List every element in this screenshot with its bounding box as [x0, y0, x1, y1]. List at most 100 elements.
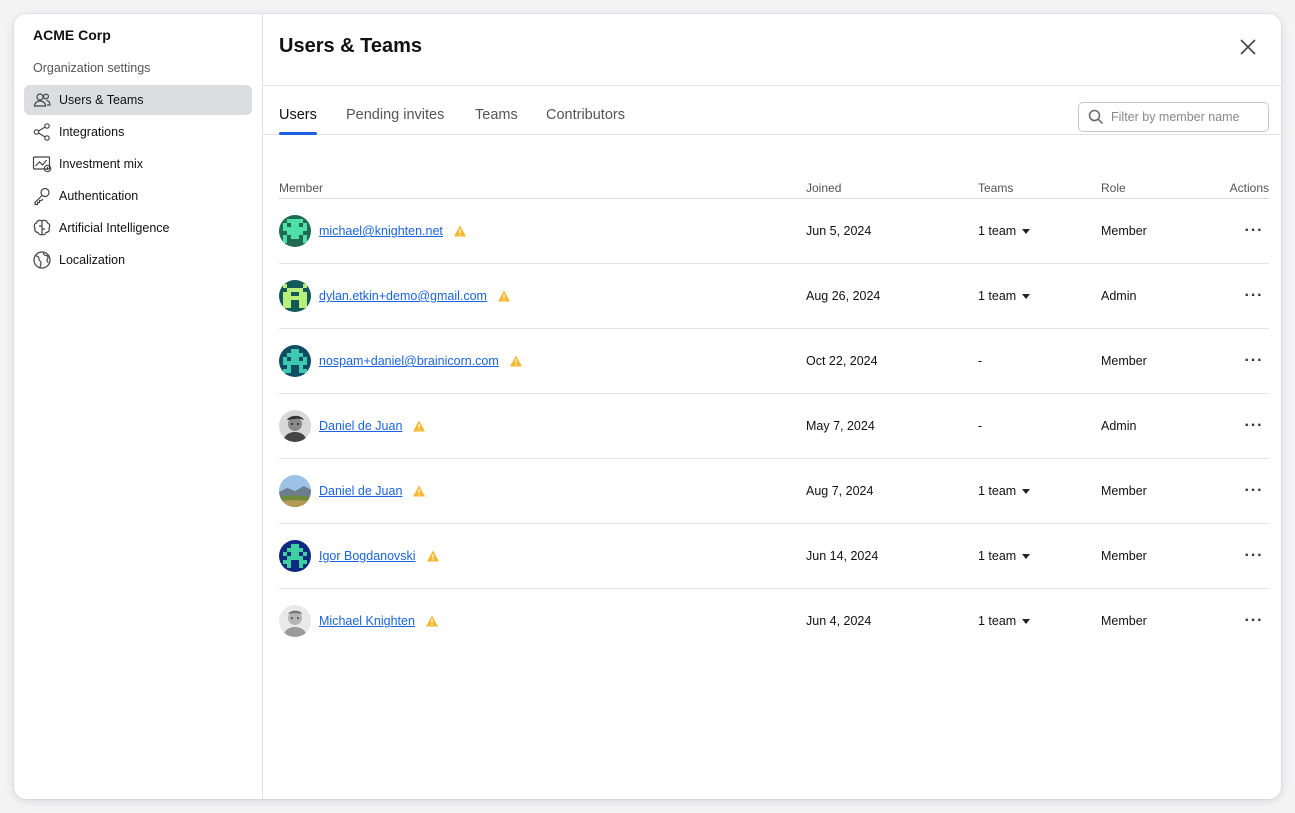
close-button[interactable]: [1237, 36, 1259, 58]
avatar: [279, 605, 311, 637]
role-cell: Member: [1101, 224, 1147, 238]
sidebar-item-label: Users & Teams: [59, 93, 144, 107]
warning-icon: [413, 420, 426, 432]
caret-down-icon: [1022, 228, 1031, 234]
table-row: Michael Knighten Jun 4, 2024 1 team Memb…: [279, 589, 1269, 654]
header-actions: Actions: [1229, 181, 1269, 195]
table-row: Daniel de Juan Aug 7, 2024 1 team Member…: [279, 459, 1269, 524]
sidebar-item-integrations[interactable]: Integrations: [24, 117, 252, 147]
teams-label: 1 team: [978, 484, 1017, 498]
more-actions-button[interactable]: ···: [1239, 524, 1269, 588]
teams-label: 1 team: [978, 289, 1017, 303]
table-row: nospam+daniel@brainicorn.com Oct 22, 202…: [279, 329, 1269, 394]
warning-icon: [497, 290, 510, 302]
more-actions-button[interactable]: ···: [1239, 589, 1269, 653]
more-actions-button[interactable]: ···: [1239, 394, 1269, 458]
sidebar-item-label: Artificial Intelligence: [59, 221, 170, 235]
teams-dropdown[interactable]: 1 team: [978, 264, 1031, 328]
sidebar-item-authentication[interactable]: Authentication: [24, 181, 252, 211]
avatar: [279, 475, 311, 507]
warning-icon: [425, 615, 438, 627]
sidebar: ACME Corp Organization settings Users & …: [14, 14, 263, 799]
avatar: [279, 280, 311, 312]
more-actions-button[interactable]: ···: [1239, 459, 1269, 523]
member-link[interactable]: Daniel de Juan: [319, 484, 402, 498]
warning-icon: [413, 485, 426, 497]
member-link[interactable]: michael@knighten.net: [319, 224, 443, 238]
more-actions-button[interactable]: ···: [1239, 264, 1269, 328]
tabs-bar: Users Pending invites Teams Contributors: [263, 86, 1281, 135]
member-link[interactable]: Michael Knighten: [319, 614, 415, 628]
member-cell: michael@knighten.net: [279, 199, 467, 263]
more-icon: ···: [1244, 417, 1264, 434]
role-cell: Member: [1101, 614, 1147, 628]
member-cell: Michael Knighten: [279, 589, 439, 653]
avatar: [279, 410, 311, 442]
warning-icon: [509, 355, 522, 367]
member-link[interactable]: Daniel de Juan: [319, 419, 402, 433]
tab-pending-invites[interactable]: Pending invites: [346, 107, 444, 135]
more-icon: ···: [1244, 287, 1264, 304]
member-link[interactable]: nospam+daniel@brainicorn.com: [319, 354, 499, 368]
avatar: [279, 345, 311, 377]
section-label: Organization settings: [33, 61, 151, 75]
avatar: [279, 215, 311, 247]
warning-icon: [453, 225, 466, 237]
member-cell: Daniel de Juan: [279, 459, 426, 523]
more-icon: ···: [1244, 352, 1264, 369]
table-header: Member Joined Teams Role Actions: [279, 173, 1269, 199]
globe-icon: [32, 250, 52, 270]
sidebar-item-label: Integrations: [59, 125, 125, 139]
settings-modal: ACME Corp Organization settings Users & …: [14, 14, 1281, 799]
header: Users & Teams: [263, 14, 1281, 86]
search-icon: [1088, 109, 1104, 125]
teams-dropdown[interactable]: 1 team: [978, 199, 1031, 263]
sidebar-item-investment-mix[interactable]: Investment mix: [24, 149, 252, 179]
teams-dropdown[interactable]: 1 team: [978, 459, 1031, 523]
member-cell: Daniel de Juan: [279, 394, 426, 458]
filter-input[interactable]: [1111, 110, 1261, 124]
member-link[interactable]: Igor Bogdanovski: [319, 549, 416, 563]
more-icon: ···: [1244, 482, 1264, 499]
teams-dropdown[interactable]: 1 team: [978, 589, 1031, 653]
members-table: Member Joined Teams Role Actions michael…: [279, 173, 1269, 654]
joined-cell: Aug 26, 2024: [806, 289, 881, 303]
tab-teams[interactable]: Teams: [475, 107, 518, 135]
header-joined: Joined: [806, 181, 842, 195]
role-cell: Admin: [1101, 419, 1137, 433]
tab-contributors[interactable]: Contributors: [546, 107, 625, 135]
filter-field[interactable]: [1078, 102, 1269, 132]
teams-label: 1 team: [978, 224, 1017, 238]
sidebar-nav: Users & Teams Integrations Investment mi…: [24, 85, 252, 275]
member-cell: dylan.etkin+demo@gmail.com: [279, 264, 511, 328]
sidebar-item-users-teams[interactable]: Users & Teams: [24, 85, 252, 115]
integrations-icon: [32, 122, 52, 142]
header-teams: Teams: [978, 181, 1014, 195]
joined-cell: Jun 4, 2024: [806, 614, 872, 628]
joined-cell: Jun 5, 2024: [806, 224, 872, 238]
member-cell: nospam+daniel@brainicorn.com: [279, 329, 523, 393]
table-row: dylan.etkin+demo@gmail.com Aug 26, 2024 …: [279, 264, 1269, 329]
sidebar-item-artificial-intelligence[interactable]: Artificial Intelligence: [24, 213, 252, 243]
org-name: ACME Corp: [33, 27, 111, 43]
avatar: [279, 540, 311, 572]
role-cell: Member: [1101, 484, 1147, 498]
teams-cell: -: [978, 354, 983, 368]
sidebar-item-label: Localization: [59, 253, 126, 267]
joined-cell: Jun 14, 2024: [806, 549, 879, 563]
more-actions-button[interactable]: ···: [1239, 199, 1269, 263]
warning-icon: [426, 550, 439, 562]
role-cell: Admin: [1101, 289, 1137, 303]
close-icon: [1240, 39, 1256, 55]
member-cell: Igor Bogdanovski: [279, 524, 440, 588]
sidebar-item-localization[interactable]: Localization: [24, 245, 252, 275]
table-row: Igor Bogdanovski Jun 14, 2024 1 team Mem…: [279, 524, 1269, 589]
more-actions-button[interactable]: ···: [1239, 329, 1269, 393]
header-member: Member: [279, 181, 324, 195]
tab-users[interactable]: Users: [279, 107, 317, 135]
teams-cell: -: [978, 419, 983, 433]
member-link[interactable]: dylan.etkin+demo@gmail.com: [319, 289, 487, 303]
table-row: michael@knighten.net Jun 5, 2024 1 team …: [279, 199, 1269, 264]
caret-down-icon: [1022, 618, 1031, 624]
teams-dropdown[interactable]: 1 team: [978, 524, 1031, 588]
